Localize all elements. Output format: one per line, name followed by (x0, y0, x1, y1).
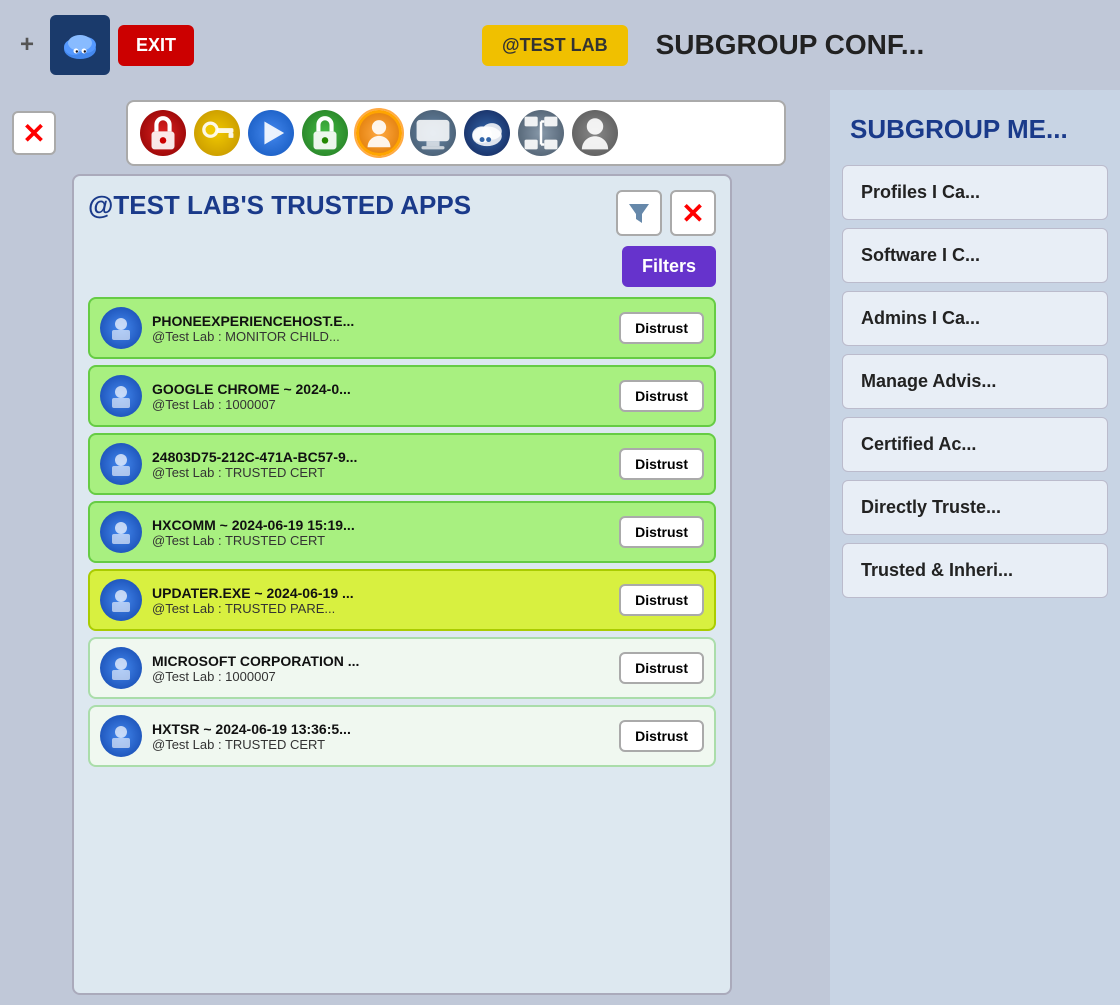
app-sub-1: @Test Lab : 1000007 (152, 397, 609, 412)
test-lab-button[interactable]: @TEST LAB (482, 25, 628, 66)
app-item: HXTSR ~ 2024-06-19 13:36:5... @Test Lab … (88, 705, 716, 767)
app-name-0: PHONEEXPERIENCEHOST.E... (152, 313, 609, 329)
panel-close-button[interactable]: ✕ (670, 190, 716, 236)
grid-diagram-icon[interactable] (518, 110, 564, 156)
app-item: MICROSOFT CORPORATION ... @Test Lab : 10… (88, 637, 716, 699)
app-info-3: HXCOMM ~ 2024-06-19 15:19... @Test Lab :… (152, 517, 609, 548)
app-sub-0: @Test Lab : MONITOR CHILD... (152, 329, 609, 344)
distrust-button-0[interactable]: Distrust (619, 312, 704, 344)
distrust-button-5[interactable]: Distrust (619, 652, 704, 684)
funnel-icon (625, 199, 653, 227)
exit-button[interactable]: EXIT (118, 25, 194, 66)
right-menu-software[interactable]: Software I C... (842, 228, 1108, 283)
left-panel: ✕ (0, 90, 830, 1005)
app-info-1: GOOGLE CHROME ~ 2024-0... @Test Lab : 10… (152, 381, 609, 412)
blue-cloud-icon[interactable] (464, 110, 510, 156)
app-item: PHONEEXPERIENCEHOST.E... @Test Lab : MON… (88, 297, 716, 359)
app-name-5: MICROSOFT CORPORATION ... (152, 653, 609, 669)
toolbar-row: ✕ (12, 100, 818, 166)
right-menu-manage-advis[interactable]: Manage Advis... (842, 354, 1108, 409)
app-sub-4: @Test Lab : TRUSTED PARE... (152, 601, 609, 616)
app-sub-5: @Test Lab : 1000007 (152, 669, 609, 684)
person-silhouette-icon[interactable] (572, 110, 618, 156)
right-menu-admins[interactable]: Admins I Ca... (842, 291, 1108, 346)
main-content: ✕ (0, 90, 1120, 1005)
app-icon-6 (100, 715, 142, 757)
app-name-3: HXCOMM ~ 2024-06-19 15:19... (152, 517, 609, 533)
app-name-1: GOOGLE CHROME ~ 2024-0... (152, 381, 609, 397)
distrust-button-6[interactable]: Distrust (619, 720, 704, 752)
logo-icon (58, 23, 102, 67)
app-logo (50, 15, 110, 75)
yellow-key-icon[interactable] (194, 110, 240, 156)
green-lock-icon[interactable] (302, 110, 348, 156)
red-lock-icon[interactable] (140, 110, 186, 156)
filters-button[interactable]: Filters (622, 246, 716, 287)
blue-play-icon[interactable] (248, 110, 294, 156)
right-menu-certified[interactable]: Certified Ac... (842, 417, 1108, 472)
app-sub-6: @Test Lab : TRUSTED CERT (152, 737, 609, 752)
gray-monitor-icon[interactable] (410, 110, 456, 156)
panel-header: @TEST LAB'S TRUSTED APPS ✕ (88, 190, 716, 236)
panel-title: @TEST LAB'S TRUSTED APPS (88, 190, 471, 221)
app-list: PHONEEXPERIENCEHOST.E... @Test Lab : MON… (88, 297, 716, 979)
top-bar: + EXIT @TEST LAB SUBGROUP CONF... (0, 0, 1120, 90)
right-panel: SUBGROUP ME... Profiles I Ca... Software… (830, 90, 1120, 1005)
app-info-4: UPDATER.EXE ~ 2024-06-19 ... @Test Lab :… (152, 585, 609, 616)
distrust-button-4[interactable]: Distrust (619, 584, 704, 616)
app-info-0: PHONEEXPERIENCEHOST.E... @Test Lab : MON… (152, 313, 609, 344)
content-panel: @TEST LAB'S TRUSTED APPS ✕ Filters (72, 174, 732, 995)
app-name-4: UPDATER.EXE ~ 2024-06-19 ... (152, 585, 609, 601)
app-icon-1 (100, 375, 142, 417)
right-menu-profiles[interactable]: Profiles I Ca... (842, 165, 1108, 220)
app-icon-3 (100, 511, 142, 553)
app-name-2: 24803D75-212C-471A-BC57-9... (152, 449, 609, 465)
subgroup-conf-title: SUBGROUP CONF... (656, 29, 925, 61)
add-button[interactable]: + (12, 27, 42, 63)
app-item: GOOGLE CHROME ~ 2024-0... @Test Lab : 10… (88, 365, 716, 427)
distrust-button-1[interactable]: Distrust (619, 380, 704, 412)
app-sub-2: @Test Lab : TRUSTED CERT (152, 465, 609, 480)
app-item: UPDATER.EXE ~ 2024-06-19 ... @Test Lab :… (88, 569, 716, 631)
icon-toolbar (126, 100, 786, 166)
left-close-button[interactable]: ✕ (12, 111, 56, 155)
distrust-button-3[interactable]: Distrust (619, 516, 704, 548)
filter-funnel-button[interactable] (616, 190, 662, 236)
app-icon-2 (100, 443, 142, 485)
orange-person-icon[interactable] (356, 110, 402, 156)
app-icon-5 (100, 647, 142, 689)
app-name-6: HXTSR ~ 2024-06-19 13:36:5... (152, 721, 609, 737)
distrust-button-2[interactable]: Distrust (619, 448, 704, 480)
app-sub-3: @Test Lab : TRUSTED CERT (152, 533, 609, 548)
app-item: HXCOMM ~ 2024-06-19 15:19... @Test Lab :… (88, 501, 716, 563)
app-info-2: 24803D75-212C-471A-BC57-9... @Test Lab :… (152, 449, 609, 480)
panel-header-actions: ✕ (616, 190, 716, 236)
app-item: 24803D75-212C-471A-BC57-9... @Test Lab :… (88, 433, 716, 495)
right-menu-trusted-inherited[interactable]: Trusted & Inheri... (842, 543, 1108, 598)
app-info-6: HXTSR ~ 2024-06-19 13:36:5... @Test Lab … (152, 721, 609, 752)
right-menu-directly-trusted[interactable]: Directly Truste... (842, 480, 1108, 535)
app-icon-0 (100, 307, 142, 349)
app-info-5: MICROSOFT CORPORATION ... @Test Lab : 10… (152, 653, 609, 684)
app-icon-4 (100, 579, 142, 621)
right-panel-title: SUBGROUP ME... (830, 104, 1120, 161)
